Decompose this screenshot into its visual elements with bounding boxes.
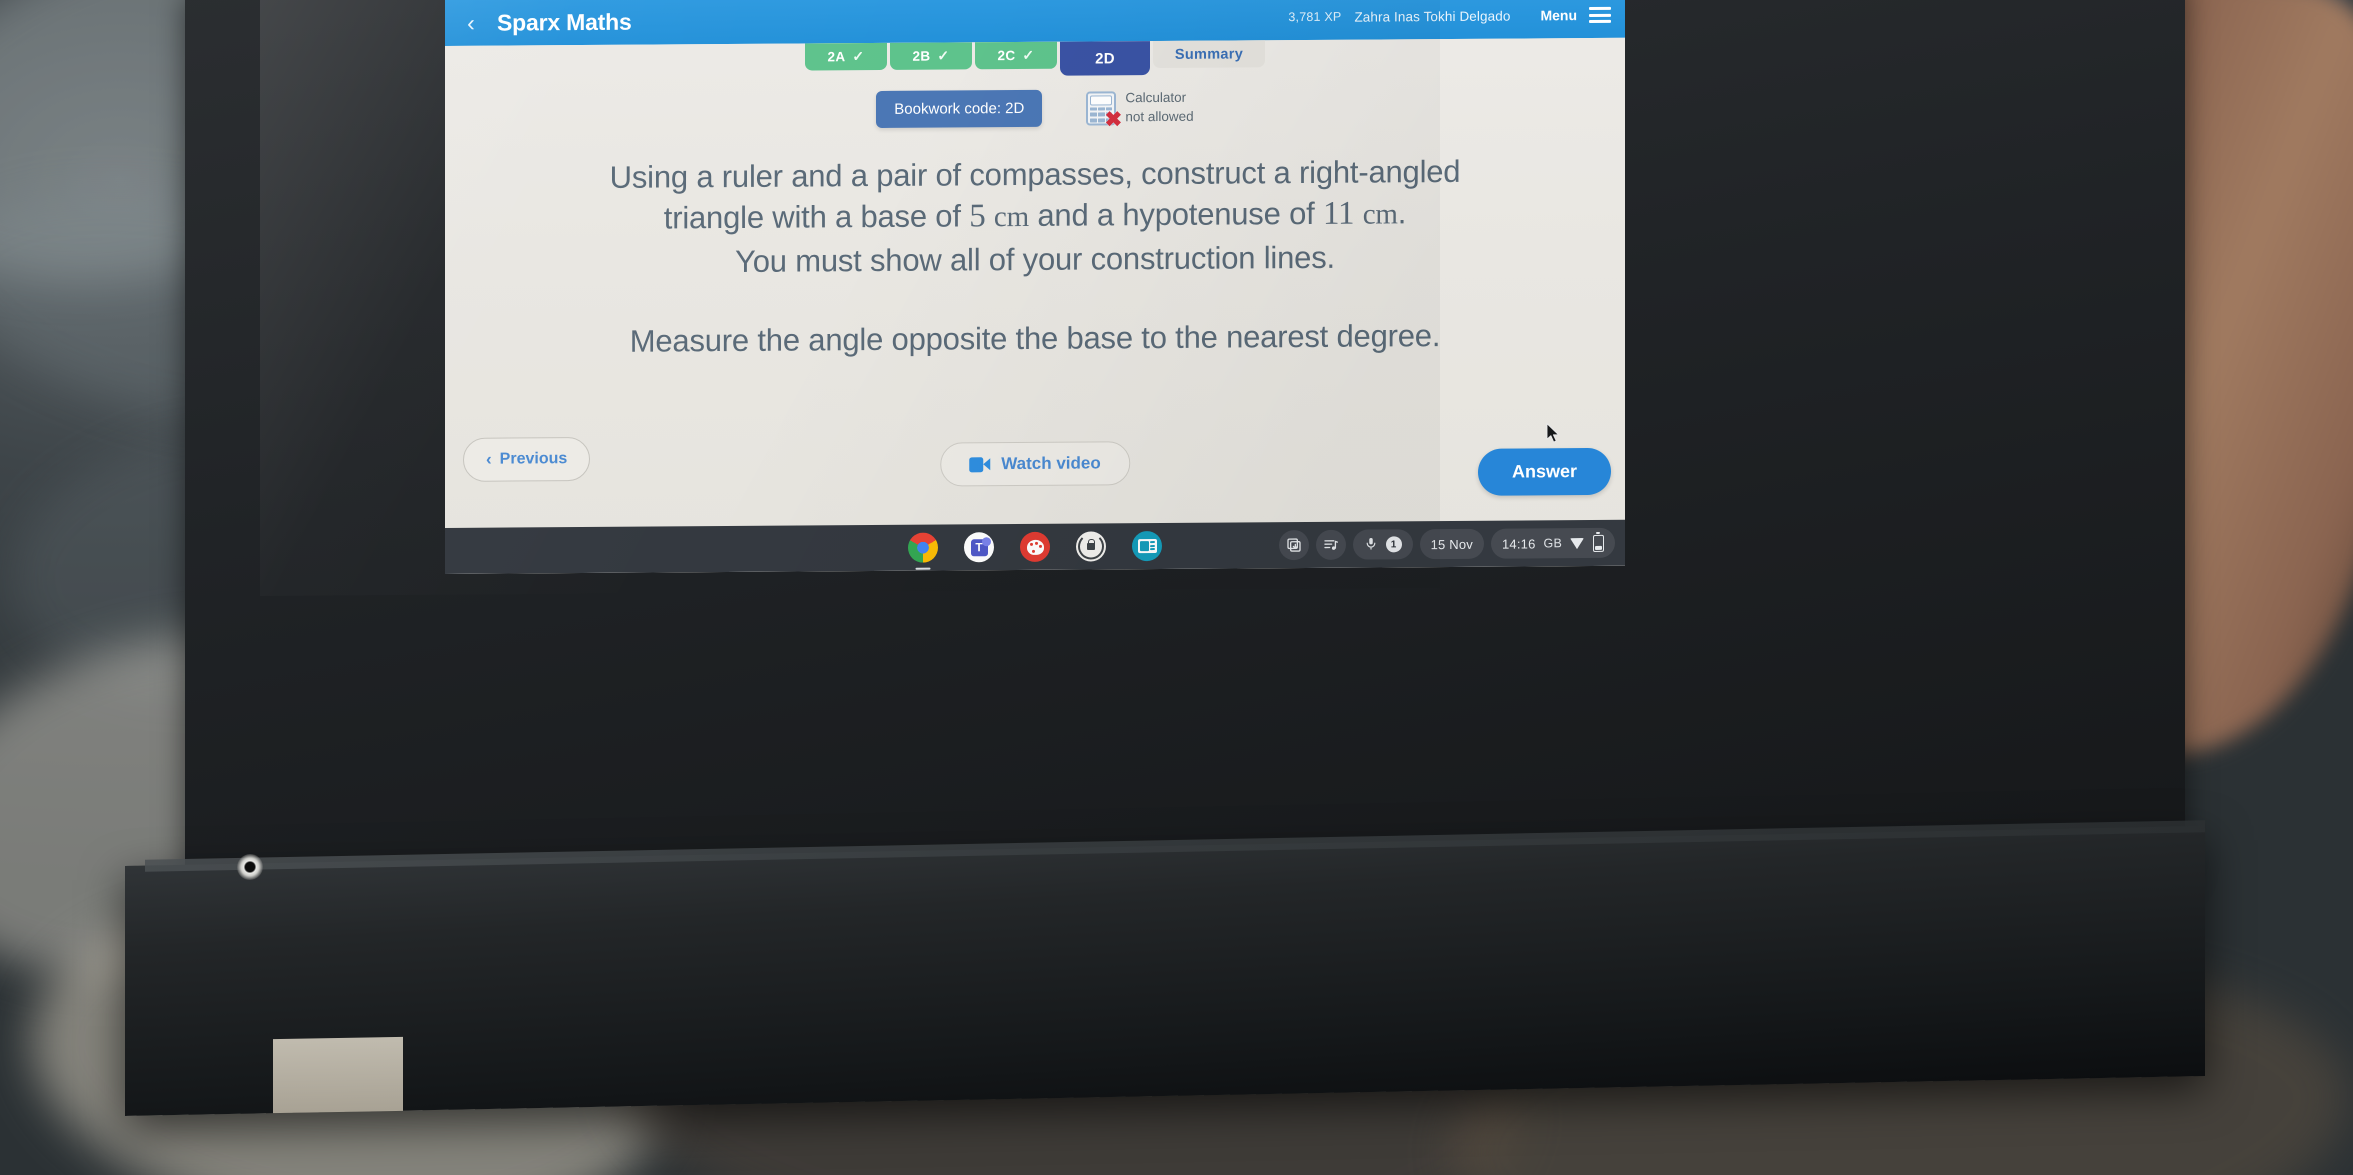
header-right: 3,781 XP Zahra Inas Tokhi Delgado Menu <box>1288 6 1625 25</box>
paint-icon[interactable] <box>1020 531 1050 562</box>
user-name: Zahra Inas Tokhi Delgado <box>1354 8 1511 25</box>
status-pill[interactable]: 14:16 GB <box>1490 527 1615 559</box>
laptop-hinge-tab <box>273 1036 403 1114</box>
date-pill[interactable]: 15 Nov <box>1419 528 1484 560</box>
system-tray: 1 15 Nov 14:16 GB <box>1278 527 1615 561</box>
screen-capture-icon[interactable] <box>1278 529 1309 561</box>
check-icon: ✓ <box>937 47 950 64</box>
mouse-cursor <box>1546 422 1561 444</box>
tab-2d-label: 2D <box>1095 49 1115 67</box>
question-line1c: . <box>1397 195 1407 231</box>
previous-button[interactable]: ‹ Previous <box>463 436 591 482</box>
task-tabs: 2A ✓ 2B ✓ 2C ✓ 2D Summary <box>445 38 1625 80</box>
video-camera-icon <box>969 456 991 472</box>
watch-video-label: Watch video <box>1001 453 1101 474</box>
media-playlist-icon[interactable] <box>1315 529 1346 560</box>
calculator-line-2: not allowed <box>1125 108 1194 124</box>
question-line2: You must show all of your construction l… <box>735 239 1335 280</box>
question-paragraph-2: Measure the angle opposite the base to t… <box>629 318 1441 360</box>
calculator-notice: ✖ Calculator not allowed <box>1086 89 1194 131</box>
chevron-left-icon: ‹ <box>486 449 492 469</box>
previous-label: Previous <box>499 450 568 468</box>
chrome-icon[interactable] <box>908 532 938 563</box>
question-line1b: and a hypotenuse of <box>1028 196 1323 234</box>
page-title: Sparx Maths <box>497 8 632 36</box>
xp-counter: 3,781 XP <box>1288 9 1342 25</box>
check-icon: ✓ <box>852 48 865 65</box>
base-unit: cm <box>993 201 1029 234</box>
answer-button[interactable]: Answer <box>1477 447 1611 496</box>
check-icon: ✓ <box>1022 46 1035 63</box>
tab-summary-label: Summary <box>1174 45 1244 63</box>
clock-text: 14:16 <box>1501 535 1536 552</box>
microphone-badge-count: 1 <box>1385 536 1402 553</box>
calculator-line-1: Calculator <box>1125 90 1187 106</box>
tab-2c-label: 2C <box>997 48 1016 64</box>
tab-2a[interactable]: 2A ✓ <box>805 42 887 71</box>
tab-summary[interactable]: Summary <box>1153 40 1265 69</box>
laptop: sparxmaths.uk/student/package/d6263b6a-a… <box>125 0 2205 1116</box>
screen-content: sparxmaths.uk/student/package/d6263b6a-a… <box>445 0 1625 575</box>
cross-icon: ✖ <box>1104 107 1123 131</box>
tab-2b-label: 2B <box>912 48 931 64</box>
microphone-status[interactable]: 1 <box>1352 529 1413 560</box>
bookwork-code-button[interactable]: Bookwork code: 2D <box>876 89 1043 128</box>
presentation-icon[interactable] <box>1132 530 1162 562</box>
hamburger-menu-icon[interactable] <box>1589 6 1611 24</box>
locale-text: GB <box>1543 536 1562 551</box>
back-button[interactable]: ‹ <box>461 9 481 36</box>
shelf-app-icons: T <box>908 530 1162 563</box>
tab-2b[interactable]: 2B ✓ <box>890 42 972 70</box>
hypotenuse-unit: cm <box>1362 198 1398 231</box>
tab-2c[interactable]: 2C ✓ <box>975 41 1057 70</box>
chromeos-shelf: T 1 15 Nov 14:16 GB <box>445 519 1625 574</box>
date-text: 15 Nov <box>1430 536 1473 552</box>
lockdown-browser-icon[interactable] <box>1076 531 1106 562</box>
calculator-notice-text: Calculator not allowed <box>1125 89 1193 126</box>
question-text: Using a ruler and a pair of compasses, c… <box>577 151 1493 363</box>
photo-scene: sparxmaths.uk/student/package/d6263b6a-a… <box>0 0 2353 1175</box>
wifi-icon <box>1570 537 1585 549</box>
bookwork-row: Bookwork code: 2D ✖ Calculator not allow… <box>445 86 1625 131</box>
tab-2a-label: 2A <box>827 49 846 65</box>
battery-icon <box>1593 534 1604 552</box>
calculator-icon: ✖ <box>1086 90 1122 131</box>
laptop-deck <box>125 826 2205 1116</box>
hypotenuse-value: 11 <box>1322 195 1355 233</box>
page-body: 2A ✓ 2B ✓ 2C ✓ 2D Summary Bookwork code:… <box>445 37 1625 575</box>
menu-label[interactable]: Menu <box>1540 7 1577 23</box>
base-value: 5 <box>969 198 986 235</box>
question-paragraph-1: Using a ruler and a pair of compasses, c… <box>577 151 1493 284</box>
watch-video-button[interactable]: Watch video <box>940 441 1130 487</box>
microphone-icon <box>1364 536 1378 553</box>
teams-icon[interactable]: T <box>964 532 994 563</box>
tab-2d[interactable]: 2D <box>1060 41 1150 76</box>
